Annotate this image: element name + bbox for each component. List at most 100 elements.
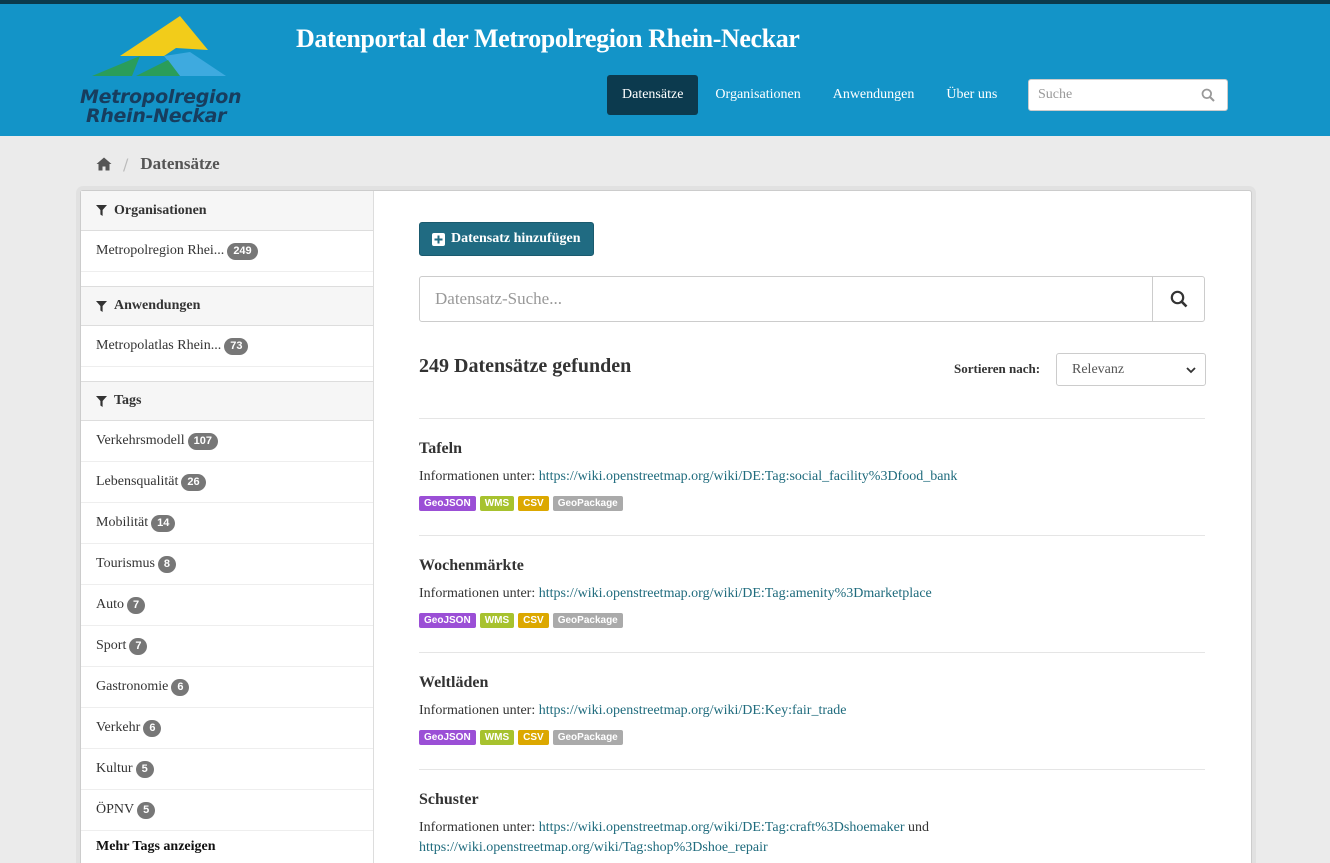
logo-mark-icon	[92, 16, 226, 76]
site-header: Metropolregion Rhein-Neckar Datenportal …	[0, 4, 1330, 136]
dataset-link[interactable]: https://wiki.openstreetmap.org/wiki/DE:T…	[539, 469, 958, 484]
count-badge: 73	[224, 337, 249, 355]
facet-item-tag[interactable]: Kultur 5	[81, 749, 373, 790]
format-badge-wms[interactable]: WMS	[479, 613, 515, 628]
info-prefix: Informationen unter:	[419, 820, 536, 835]
facet-item-tag[interactable]: Verkehrsmodell 107	[81, 421, 373, 462]
facet-heading-tags: Tags	[81, 381, 373, 421]
site-logo[interactable]: Metropolregion Rhein-Neckar	[80, 12, 242, 130]
count-badge: 14	[151, 514, 176, 532]
format-badges: GeoJSON WMS CSV GeoPackage	[419, 496, 1205, 511]
format-badges: GeoJSON WMS CSV GeoPackage	[419, 730, 1205, 745]
facet-item-tag[interactable]: Tourismus 8	[81, 544, 373, 585]
breadcrumb: / Datensätze	[96, 152, 220, 176]
info-prefix: Informationen unter:	[419, 469, 536, 484]
format-badge-geojson[interactable]: GeoJSON	[419, 730, 476, 745]
count-badge: 5	[137, 801, 156, 819]
dataset-title[interactable]: Tafeln	[419, 440, 1205, 458]
logo-text: Metropolregion Rhein-Neckar	[80, 88, 242, 127]
facet-heading-label: Tags	[114, 393, 142, 408]
facet-heading-anwendungen: Anwendungen	[81, 286, 373, 326]
count-badge: 6	[171, 678, 190, 696]
count-badge: 7	[129, 637, 148, 655]
dataset-description: Informationen unter: https://wiki.openst…	[419, 467, 1205, 487]
facet-item-label: ÖPNV	[96, 802, 135, 817]
sort-label: Sortieren nach:	[954, 361, 1041, 376]
dataset-description: Informationen unter: https://wiki.openst…	[419, 818, 1205, 858]
filter-icon	[96, 395, 107, 407]
format-badge-geopackage[interactable]: GeoPackage	[552, 730, 623, 745]
search-icon	[1170, 290, 1187, 308]
add-dataset-button[interactable]: Datensatz hinzufügen	[419, 222, 594, 256]
facet-item-tag[interactable]: Mobilität 14	[81, 503, 373, 544]
home-icon[interactable]	[96, 157, 112, 171]
facet-heading-label: Organisationen	[114, 202, 207, 218]
facet-item-anwendung[interactable]: Metropolatlas Rhein... 73	[81, 326, 373, 367]
dataset-search-input[interactable]	[420, 277, 1152, 321]
facet-item-tag[interactable]: Sport 7	[81, 626, 373, 667]
facet-item-label: Auto	[96, 597, 124, 612]
format-badge-geojson[interactable]: GeoJSON	[419, 496, 476, 511]
facet-item-tag[interactable]: Lebensqualität 26	[81, 462, 373, 503]
show-more-tags-link[interactable]: Mehr Tags anzeigen	[81, 831, 373, 863]
add-dataset-label: Datensatz hinzufügen	[451, 231, 581, 246]
search-icon[interactable]	[1201, 88, 1215, 102]
dataset-link[interactable]: https://wiki.openstreetmap.org/wiki/DE:K…	[539, 703, 847, 718]
facet-item-tag[interactable]: ÖPNV 5	[81, 790, 373, 831]
site-title[interactable]: Datenportal der Metropolregion Rhein-Nec…	[296, 24, 800, 54]
logo-line-2: Rhein-Neckar	[86, 105, 227, 127]
facet-spacer	[81, 367, 373, 381]
filter-icon	[96, 205, 107, 216]
facet-item-tag[interactable]: Gastronomie 6	[81, 667, 373, 708]
nav-datensaetze[interactable]: Datensätze	[607, 75, 699, 115]
site-search-input[interactable]	[1029, 80, 1189, 110]
nav-ueber-uns[interactable]: Über uns	[931, 75, 1012, 115]
dataset-item: Wochenmärkte Informationen unter: https:…	[419, 535, 1205, 628]
filter-icon	[96, 300, 107, 312]
dataset-title[interactable]: Schuster	[419, 791, 1205, 809]
info-prefix: Informationen unter:	[419, 703, 536, 718]
content-wrapper: Organisationen Metropolregion Rhei... 24…	[80, 190, 1252, 863]
format-badge-geopackage[interactable]: GeoPackage	[552, 496, 623, 511]
facet-item-tag[interactable]: Auto 7	[81, 585, 373, 626]
dataset-link[interactable]: https://wiki.openstreetmap.org/wiki/DE:T…	[539, 820, 905, 835]
format-badges: GeoJSON WMS CSV GeoPackage	[419, 613, 1205, 628]
format-badge-geopackage[interactable]: GeoPackage	[552, 613, 623, 628]
facet-item-tag[interactable]: Verkehr 6	[81, 708, 373, 749]
count-badge: 7	[127, 596, 146, 614]
facet-item-organisation[interactable]: Metropolregion Rhei... 249	[81, 231, 373, 272]
sort-select[interactable]: Relevanz	[1056, 353, 1206, 386]
breadcrumb-current[interactable]: Datensätze	[140, 154, 219, 174]
results-count-heading: 249 Datensätze gefunden	[419, 355, 632, 377]
facet-item-label: Mobilität	[96, 515, 149, 530]
count-badge: 249	[227, 242, 258, 260]
format-badge-csv[interactable]: CSV	[518, 496, 549, 511]
format-badge-wms[interactable]: WMS	[479, 730, 515, 745]
count-badge: 26	[181, 473, 206, 491]
dataset-link-secondary[interactable]: https://wiki.openstreetmap.org/wiki/Tag:…	[419, 840, 768, 855]
facet-heading-organisationen: Organisationen	[81, 191, 373, 231]
dataset-title[interactable]: Weltläden	[419, 674, 1205, 692]
count-badge: 107	[187, 432, 219, 450]
facet-spacer	[81, 272, 373, 286]
facet-item-label: Sport	[96, 638, 127, 653]
sort-select-value: Relevanz	[1072, 362, 1125, 377]
format-badge-csv[interactable]: CSV	[518, 730, 549, 745]
count-badge: 8	[157, 555, 177, 573]
breadcrumb-separator: /	[123, 154, 129, 174]
main-nav: Datensätze Organisationen Anwendungen Üb…	[607, 75, 1014, 115]
nav-anwendungen[interactable]: Anwendungen	[818, 75, 930, 115]
dataset-link[interactable]: https://wiki.openstreetmap.org/wiki/DE:T…	[539, 586, 932, 601]
facet-item-label: Gastronomie	[96, 679, 169, 694]
nav-organisationen[interactable]: Organisationen	[700, 75, 815, 115]
facet-sidebar: Organisationen Metropolregion Rhei... 24…	[81, 191, 374, 863]
dataset-title[interactable]: Wochenmärkte	[419, 557, 1205, 575]
facet-item-label: Lebensqualität	[96, 474, 179, 489]
dataset-search-button[interactable]	[1152, 277, 1204, 321]
format-badge-csv[interactable]: CSV	[518, 613, 549, 628]
info-prefix: Informationen unter:	[419, 586, 536, 601]
format-badge-geojson[interactable]: GeoJSON	[419, 613, 476, 628]
format-badge-wms[interactable]: WMS	[479, 496, 515, 511]
chevron-down-icon	[1186, 367, 1196, 374]
facet-item-label: Tourismus	[96, 556, 155, 571]
